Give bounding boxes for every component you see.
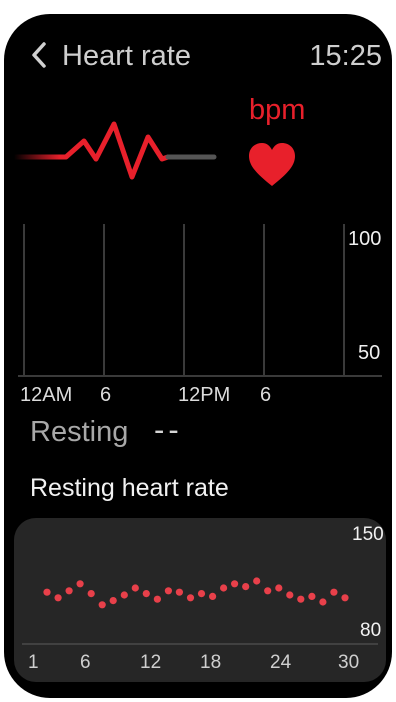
x-tick-12am: 12AM	[20, 384, 73, 406]
x-tick-6am: 6	[100, 384, 112, 406]
unit-label: bpm	[249, 94, 306, 126]
data-point	[98, 601, 106, 609]
resting-heart-rate-title[interactable]: Resting heart rate	[30, 474, 229, 503]
day-chart-grid	[18, 224, 382, 377]
card-y-tick-150: 150	[352, 524, 384, 545]
card-x-tick-24: 24	[270, 652, 292, 673]
daily-heart-rate-chart: 12AM 6 12PM 6 100 50	[4, 214, 392, 409]
data-point	[264, 587, 272, 595]
resting-value: --	[154, 412, 183, 447]
data-point	[109, 597, 117, 605]
data-point	[308, 592, 316, 600]
data-point	[220, 584, 228, 592]
y-tick-50: 50	[358, 342, 381, 364]
watch-screen: Heart rate 15:25 bpm 12AM 6 12PM 6 100 5…	[4, 14, 392, 698]
pulse-line-icon	[14, 121, 217, 180]
y-tick-100: 100	[348, 228, 382, 250]
data-point	[43, 588, 51, 596]
data-point	[65, 587, 73, 595]
heart-rate-hero: bpm	[4, 84, 392, 214]
data-point	[209, 592, 217, 600]
card-x-tick-12: 12	[140, 652, 162, 673]
page-title: Heart rate	[62, 40, 191, 72]
clock-time: 15:25	[309, 40, 382, 72]
data-point	[253, 577, 261, 585]
data-point	[341, 594, 349, 602]
card-x-tick-30: 30	[338, 652, 360, 673]
data-point	[164, 587, 172, 595]
data-point	[197, 590, 206, 598]
resting-label: Resting	[30, 416, 129, 448]
card-x-tick-6: 6	[80, 652, 91, 673]
data-point	[297, 595, 305, 603]
heart-icon	[249, 143, 295, 186]
chevron-left-icon	[32, 42, 46, 68]
data-point	[186, 594, 195, 602]
data-point	[330, 588, 338, 596]
card-y-tick-80: 80	[360, 620, 382, 641]
data-point	[76, 580, 84, 588]
data-point	[242, 583, 250, 591]
resting-heart-rate-card[interactable]: 150 80 1 6 12 18 24 30	[14, 518, 386, 682]
x-tick-12pm: 12PM	[178, 384, 231, 406]
data-point	[142, 590, 150, 598]
x-tick-6pm: 6	[260, 384, 272, 406]
data-point	[286, 591, 294, 599]
data-point	[319, 598, 327, 606]
card-x-tick-18: 18	[200, 652, 222, 673]
data-point	[231, 580, 239, 588]
data-point	[131, 584, 139, 592]
data-point	[175, 588, 183, 596]
data-point	[153, 595, 161, 603]
data-point	[275, 584, 283, 592]
data-point	[54, 594, 62, 602]
data-point	[120, 591, 128, 599]
card-x-tick-1: 1	[28, 652, 39, 673]
data-point	[87, 590, 95, 598]
header: Heart rate 15:25	[4, 14, 392, 84]
